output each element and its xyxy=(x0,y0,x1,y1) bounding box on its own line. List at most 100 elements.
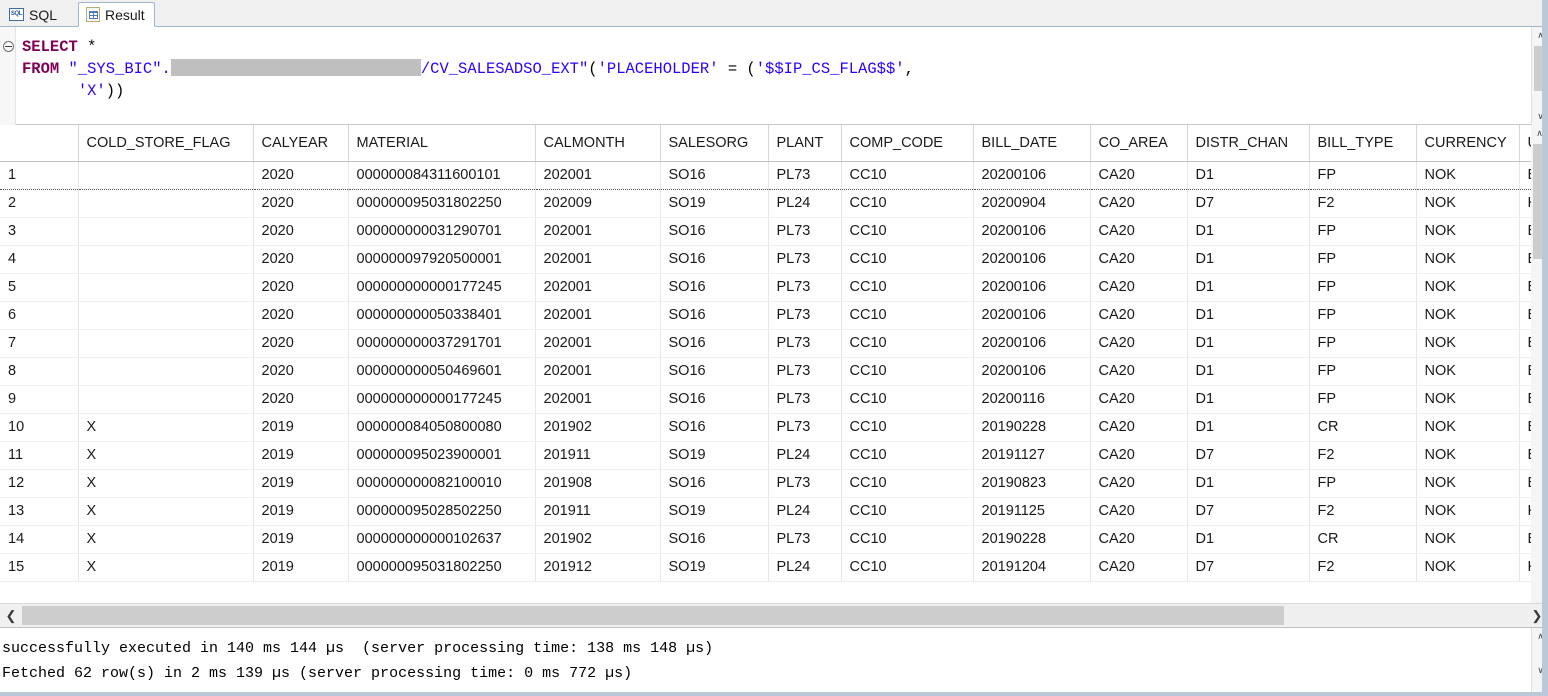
cell-distr-chan[interactable]: D7 xyxy=(1187,189,1310,218)
cell-u[interactable]: E xyxy=(1519,160,1532,190)
cell-bill-date[interactable]: 20191204 xyxy=(973,553,1091,582)
cell-bill-type[interactable]: FP xyxy=(1309,217,1417,246)
cell-bill-type[interactable]: F2 xyxy=(1309,553,1417,582)
row-number-cell[interactable]: 10 xyxy=(0,413,79,442)
cell-material[interactable]: 000000000000102637 xyxy=(348,525,536,554)
cell-distr-chan[interactable]: D1 xyxy=(1187,217,1310,246)
cell-calyear[interactable]: 2020 xyxy=(253,217,349,246)
column-header-calyear[interactable]: CALYEAR xyxy=(253,125,349,162)
table-row[interactable]: 6 2020 000000000050338401 202001 SO16 PL73 CC1… xyxy=(0,301,1532,330)
cell-material[interactable]: 000000000000177245 xyxy=(348,273,536,302)
row-number-cell[interactable]: 12 xyxy=(0,469,79,498)
column-header-material[interactable]: MATERIAL xyxy=(348,125,536,162)
cell-calmonth[interactable]: 201912 xyxy=(535,553,661,582)
cell-salesorg[interactable]: SO16 xyxy=(660,273,769,302)
tab-sql[interactable]: SQL xyxy=(2,2,66,27)
cell-calyear[interactable]: 2019 xyxy=(253,525,349,554)
cell-cold-store-flag[interactable]: X xyxy=(78,497,254,526)
sql-query-text[interactable]: SELECT * FROM "_SYS_BIC". /CV_SALESADSO_E… xyxy=(22,36,914,102)
cell-plant[interactable]: PL73 xyxy=(768,217,842,246)
cell-u[interactable]: E xyxy=(1519,301,1532,330)
row-number-cell[interactable]: 3 xyxy=(0,217,79,246)
cell-calmonth[interactable]: 201908 xyxy=(535,469,661,498)
cell-calmonth[interactable]: 202001 xyxy=(535,160,661,190)
column-header-calmonth[interactable]: CALMONTH xyxy=(535,125,661,162)
column-header-plant[interactable]: PLANT xyxy=(768,125,842,162)
cell-material[interactable]: 000000000050469601 xyxy=(348,357,536,386)
cell-comp-code[interactable]: CC10 xyxy=(841,525,974,554)
cell-bill-date[interactable]: 20200106 xyxy=(973,357,1091,386)
column-header-currency[interactable]: CURRENCY xyxy=(1416,125,1520,162)
cell-currency[interactable]: NOK xyxy=(1416,245,1520,274)
cell-salesorg[interactable]: SO16 xyxy=(660,329,769,358)
cell-salesorg[interactable]: SO16 xyxy=(660,525,769,554)
cell-material[interactable]: 000000084311600101 xyxy=(348,160,536,190)
cell-bill-date[interactable]: 20200904 xyxy=(973,189,1091,218)
cell-plant[interactable]: PL73 xyxy=(768,525,842,554)
cell-cold-store-flag[interactable] xyxy=(78,217,254,246)
row-number-cell[interactable]: 9 xyxy=(0,385,79,414)
cell-salesorg[interactable]: SO19 xyxy=(660,497,769,526)
cell-co-area[interactable]: CA20 xyxy=(1090,441,1188,470)
cell-comp-code[interactable]: CC10 xyxy=(841,469,974,498)
grid-scroll-left-button[interactable]: ❮ xyxy=(0,604,22,627)
row-number-cell[interactable]: 11 xyxy=(0,441,79,470)
cell-bill-date[interactable]: 20200106 xyxy=(973,245,1091,274)
cell-calmonth[interactable]: 202001 xyxy=(535,385,661,414)
result-grid[interactable]: COLD_STORE_FLAG CALYEAR MATERIAL CALMONTH SA… xyxy=(0,125,1548,603)
cell-co-area[interactable]: CA20 xyxy=(1090,245,1188,274)
cell-calyear[interactable]: 2020 xyxy=(253,329,349,358)
cell-calyear[interactable]: 2019 xyxy=(253,469,349,498)
cell-cold-store-flag[interactable] xyxy=(78,301,254,330)
cell-calyear[interactable]: 2020 xyxy=(253,273,349,302)
cell-currency[interactable]: NOK xyxy=(1416,329,1520,358)
cell-cold-store-flag[interactable] xyxy=(78,160,254,190)
cell-bill-date[interactable]: 20191127 xyxy=(973,441,1091,470)
cell-bill-type[interactable]: FP xyxy=(1309,469,1417,498)
cell-plant[interactable]: PL73 xyxy=(768,385,842,414)
cell-bill-date[interactable]: 20191125 xyxy=(973,497,1091,526)
cell-salesorg[interactable]: SO16 xyxy=(660,357,769,386)
column-header-bill_type[interactable]: BILL_TYPE xyxy=(1309,125,1417,162)
cell-distr-chan[interactable]: D7 xyxy=(1187,497,1310,526)
cell-material[interactable]: 000000095031802250 xyxy=(348,189,536,218)
cell-calmonth[interactable]: 202001 xyxy=(535,217,661,246)
cell-salesorg[interactable]: SO16 xyxy=(660,413,769,442)
row-number-cell[interactable]: 14 xyxy=(0,525,79,554)
cell-calyear[interactable]: 2020 xyxy=(253,245,349,274)
table-row[interactable]: 3 2020 000000000031290701 202001 SO16 PL73 CC1… xyxy=(0,217,1532,246)
cell-co-area[interactable]: CA20 xyxy=(1090,469,1188,498)
cell-calyear[interactable]: 2019 xyxy=(253,413,349,442)
column-header-distr_chan[interactable]: DISTR_CHAN xyxy=(1187,125,1310,162)
cell-comp-code[interactable]: CC10 xyxy=(841,273,974,302)
cell-salesorg[interactable]: SO16 xyxy=(660,385,769,414)
cell-cold-store-flag[interactable]: X xyxy=(78,441,254,470)
table-row[interactable]: 11 X 2019 000000095023900001 201911 SO19 PL24 C… xyxy=(0,441,1532,470)
cell-comp-code[interactable]: CC10 xyxy=(841,497,974,526)
column-header-co_area[interactable]: CO_AREA xyxy=(1090,125,1188,162)
cell-co-area[interactable]: CA20 xyxy=(1090,553,1188,582)
cell-cold-store-flag[interactable]: X xyxy=(78,413,254,442)
cell-u[interactable]: E xyxy=(1519,385,1532,414)
cell-calyear[interactable]: 2019 xyxy=(253,497,349,526)
cell-cold-store-flag[interactable]: X xyxy=(78,525,254,554)
table-row[interactable]: 7 2020 000000000037291701 202001 SO16 PL73 CC1… xyxy=(0,329,1532,358)
row-number-cell[interactable]: 5 xyxy=(0,273,79,302)
cell-co-area[interactable]: CA20 xyxy=(1090,357,1188,386)
table-row[interactable]: 10 X 2019 000000084050800080 201902 SO16 PL73 C… xyxy=(0,413,1532,442)
cell-plant[interactable]: PL73 xyxy=(768,329,842,358)
cell-currency[interactable]: NOK xyxy=(1416,160,1520,190)
cell-salesorg[interactable]: SO16 xyxy=(660,301,769,330)
cell-distr-chan[interactable]: D1 xyxy=(1187,245,1310,274)
table-row[interactable]: 2 2020 000000095031802250 202009 SO19 PL24 CC1… xyxy=(0,189,1532,218)
cell-material[interactable]: 000000097920500001 xyxy=(348,245,536,274)
table-row[interactable]: 9 2020 000000000000177245 202001 SO16 PL73 CC1… xyxy=(0,385,1532,414)
cell-comp-code[interactable]: CC10 xyxy=(841,553,974,582)
cell-u[interactable]: E xyxy=(1519,469,1532,498)
cell-co-area[interactable]: CA20 xyxy=(1090,217,1188,246)
table-row[interactable]: 12 X 2019 000000000082100010 201908 SO16 PL73 C… xyxy=(0,469,1532,498)
cell-calmonth[interactable]: 202001 xyxy=(535,357,661,386)
cell-material[interactable]: 000000000050338401 xyxy=(348,301,536,330)
cell-distr-chan[interactable]: D1 xyxy=(1187,469,1310,498)
cell-co-area[interactable]: CA20 xyxy=(1090,273,1188,302)
